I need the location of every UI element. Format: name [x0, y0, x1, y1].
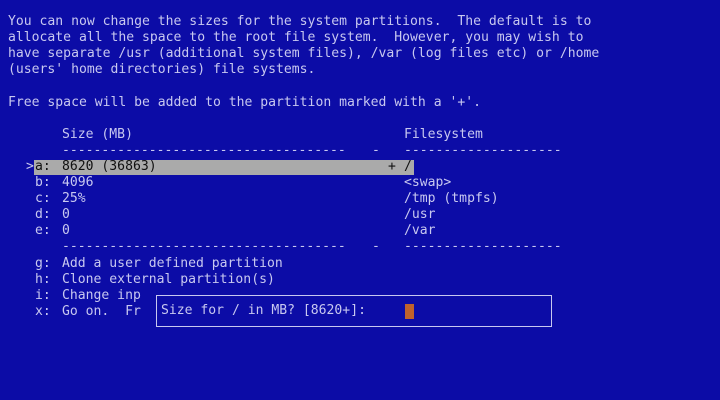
row-filesystem: /tmp (tmpfs)	[404, 191, 499, 206]
row-key: c:	[35, 191, 51, 206]
size-prompt-label: Size for / in MB? [8620+]:	[161, 303, 366, 318]
size-column-header: Size (MB)	[62, 127, 133, 142]
option-key: i:	[35, 288, 51, 303]
intro-line-1: You can now change the sizes for the sys…	[8, 14, 592, 29]
row-filesystem: /var	[404, 223, 436, 238]
row-key: d:	[35, 207, 51, 222]
table-rule-top-fs: --------------------	[404, 143, 562, 158]
row-filesystem: <swap>	[404, 175, 452, 190]
row-key: e:	[35, 223, 51, 238]
free-space-note: Free space will be added to the partitio…	[8, 95, 481, 110]
table-rule-bottom-fs: --------------------	[404, 239, 562, 254]
option-label: Change inp	[62, 288, 141, 303]
installer-screen: You can now change the sizes for the sys…	[0, 0, 720, 400]
option-label: Add a user defined partition	[62, 256, 283, 271]
intro-line-3: have separate /usr (additional system fi…	[8, 46, 600, 61]
intro-line-2: allocate all the space to the root file …	[8, 30, 584, 45]
table-rule-top-size: ------------------------------------	[62, 143, 346, 158]
row-size: 0	[62, 223, 70, 238]
size-input-dialog: Size for / in MB? [8620+]:	[156, 295, 552, 327]
selection-arrow-icon: >	[26, 159, 34, 174]
row-size: 25%	[62, 191, 86, 206]
row-filesystem: /usr	[404, 207, 436, 222]
row-key: a:	[35, 159, 51, 174]
intro-line-4: (users' home directories) file systems.	[8, 62, 316, 77]
row-size: 0	[62, 207, 70, 222]
option-key: h:	[35, 272, 51, 287]
table-rule-bottom-size: ------------------------------------	[62, 239, 346, 254]
size-input-field[interactable]	[405, 304, 414, 319]
option-label: Go on. Fr	[62, 304, 141, 319]
option-key: x:	[35, 304, 51, 319]
option-label: Clone external partition(s)	[62, 272, 275, 287]
table-rule-top-mid: -	[372, 143, 380, 158]
row-key: b:	[35, 175, 51, 190]
row-size: 8620 (36863)	[62, 159, 157, 174]
row-free-space-flag: +	[388, 159, 396, 174]
filesystem-column-header: Filesystem	[404, 127, 483, 142]
table-rule-bottom-mid: -	[372, 239, 380, 254]
option-key: g:	[35, 256, 51, 271]
row-filesystem: /	[404, 159, 412, 174]
row-size: 4096	[62, 175, 94, 190]
